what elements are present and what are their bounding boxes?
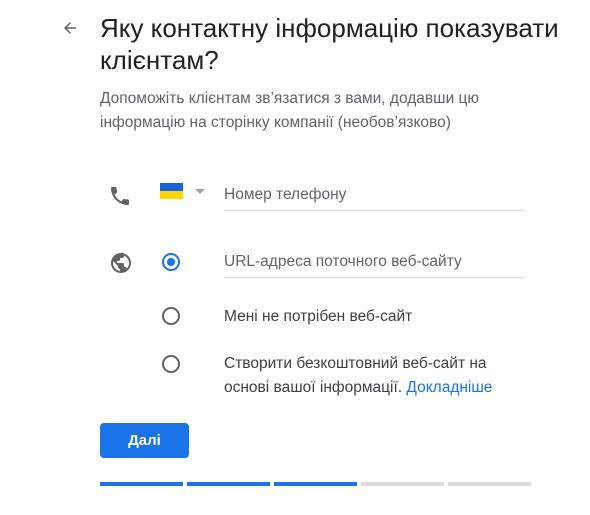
progress-bar (100, 482, 531, 486)
page-title: Яку контактну інформацію показувати кліє… (100, 13, 559, 75)
globe-icon (111, 253, 131, 273)
learn-more-link[interactable]: Докладніше (406, 379, 492, 396)
progress-step (361, 482, 444, 486)
progress-step (187, 482, 270, 486)
progress-step (100, 482, 183, 486)
phone-number-input[interactable] (224, 186, 525, 211)
page-subtitle: Допоможіть клієнтам зв’язатися з вами, д… (100, 90, 480, 131)
website-url-input[interactable] (224, 253, 525, 278)
caret-down-icon (195, 188, 205, 194)
option-no-website-label[interactable]: Мені не потрібен веб-сайт (224, 305, 412, 329)
arrow-left-icon (64, 22, 76, 34)
phone-icon (111, 187, 129, 205)
radio-current-website[interactable] (162, 253, 180, 271)
back-button[interactable] (56, 14, 84, 42)
radio-create-free-website[interactable] (162, 355, 180, 373)
next-button[interactable]: Далі (100, 423, 189, 458)
option-create-website-label[interactable]: Створити безкоштовний веб-сайт на основі… (224, 352, 524, 400)
progress-step (274, 482, 357, 486)
radio-no-website[interactable] (162, 307, 180, 325)
contact-info-page: Яку контактну інформацію показувати кліє… (0, 0, 590, 515)
progress-step (448, 482, 531, 486)
ukraine-flag-icon (160, 183, 183, 199)
country-code-select[interactable] (160, 183, 205, 199)
